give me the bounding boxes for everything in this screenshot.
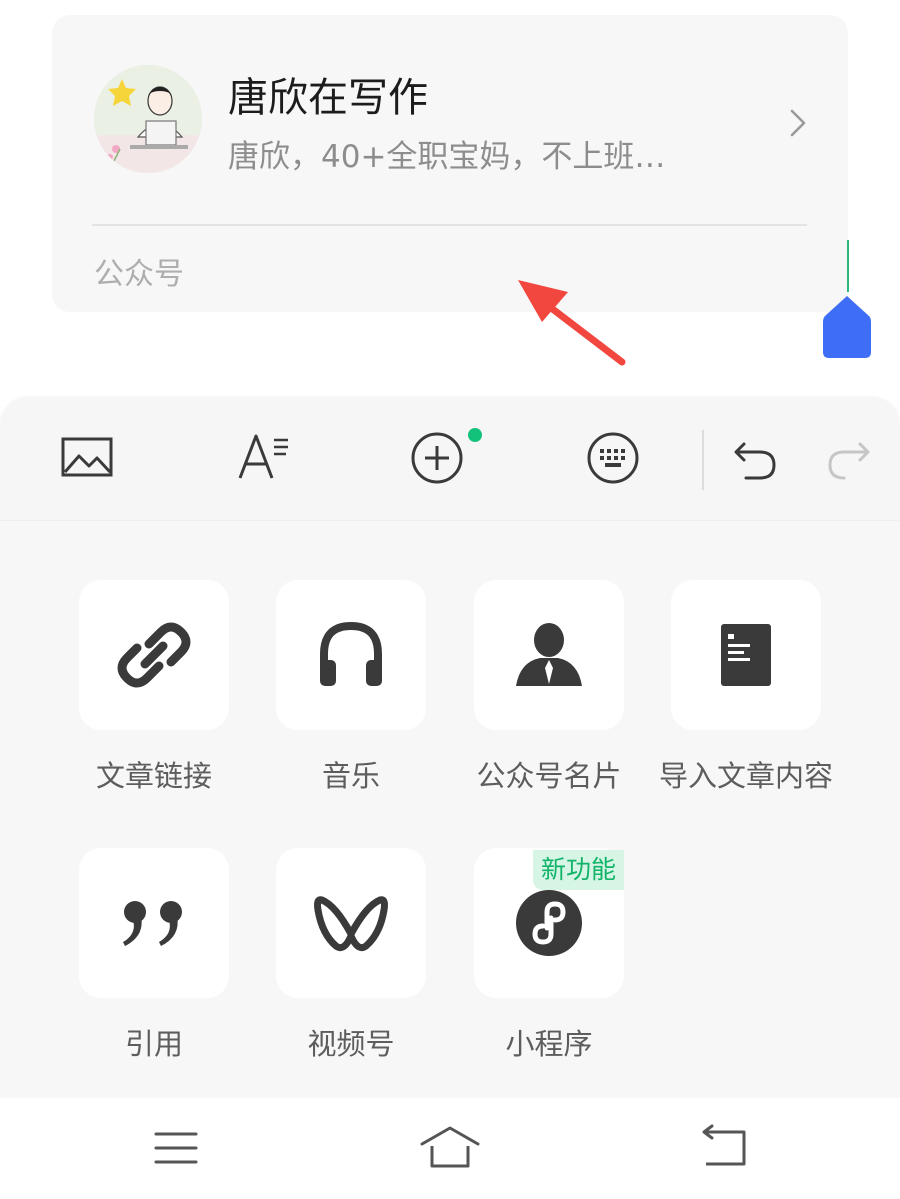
undo-icon[interactable]	[726, 426, 786, 486]
cursor-handle-icon[interactable]	[823, 296, 871, 358]
import-article-button[interactable]	[671, 580, 821, 730]
insert-plus-icon[interactable]	[407, 426, 467, 486]
keyboard-icon[interactable]	[583, 426, 643, 486]
account-type-label: 公众号	[94, 257, 184, 292]
menu-icon[interactable]	[144, 1120, 208, 1176]
toolbar-separator	[702, 430, 704, 490]
insert-channels-button[interactable]	[276, 848, 426, 998]
back-icon[interactable]	[692, 1120, 756, 1176]
insert-item-label: 导入文章内容	[658, 759, 833, 793]
account-avatar	[94, 65, 202, 173]
home-icon[interactable]	[418, 1120, 482, 1176]
link-icon	[117, 622, 191, 688]
account-description: 唐欣，40+全职宝妈，不上班…	[228, 139, 666, 175]
system-nav-bar	[0, 1098, 900, 1199]
insert-item-label: 视频号	[307, 1027, 395, 1061]
image-icon[interactable]	[57, 426, 117, 486]
insert-item-label: 文章链接	[95, 759, 212, 793]
insert-item-label: 音乐	[321, 759, 380, 793]
text-format-icon[interactable]	[232, 426, 292, 486]
person-card-icon	[516, 623, 582, 686]
redo-icon[interactable]	[818, 426, 878, 486]
annotation-arrow-icon	[518, 280, 626, 366]
card-divider	[92, 224, 807, 226]
account-card[interactable]: 唐欣在写作 唐欣，40+全职宝妈，不上班… 公众号	[52, 15, 848, 312]
insert-quote-button[interactable]	[79, 848, 229, 998]
headphones-icon	[320, 621, 382, 686]
text-cursor	[847, 240, 849, 292]
chevron-right-icon	[790, 109, 806, 137]
new-feature-badge: 新功能	[533, 850, 625, 890]
channels-icon	[314, 896, 388, 952]
account-name: 唐欣在写作	[228, 75, 428, 121]
document-icon	[721, 624, 771, 686]
new-indicator-dot	[468, 428, 482, 442]
insert-article-link-button[interactable]	[79, 580, 229, 730]
insert-item-label: 小程序	[505, 1027, 593, 1061]
insert-music-button[interactable]	[276, 580, 426, 730]
insert-item-label: 引用	[124, 1027, 183, 1061]
editor-toolbar	[0, 398, 900, 521]
insert-account-card-button[interactable]	[474, 580, 624, 730]
quote-icon	[123, 901, 182, 946]
insert-item-label: 公众号名片	[476, 759, 622, 793]
